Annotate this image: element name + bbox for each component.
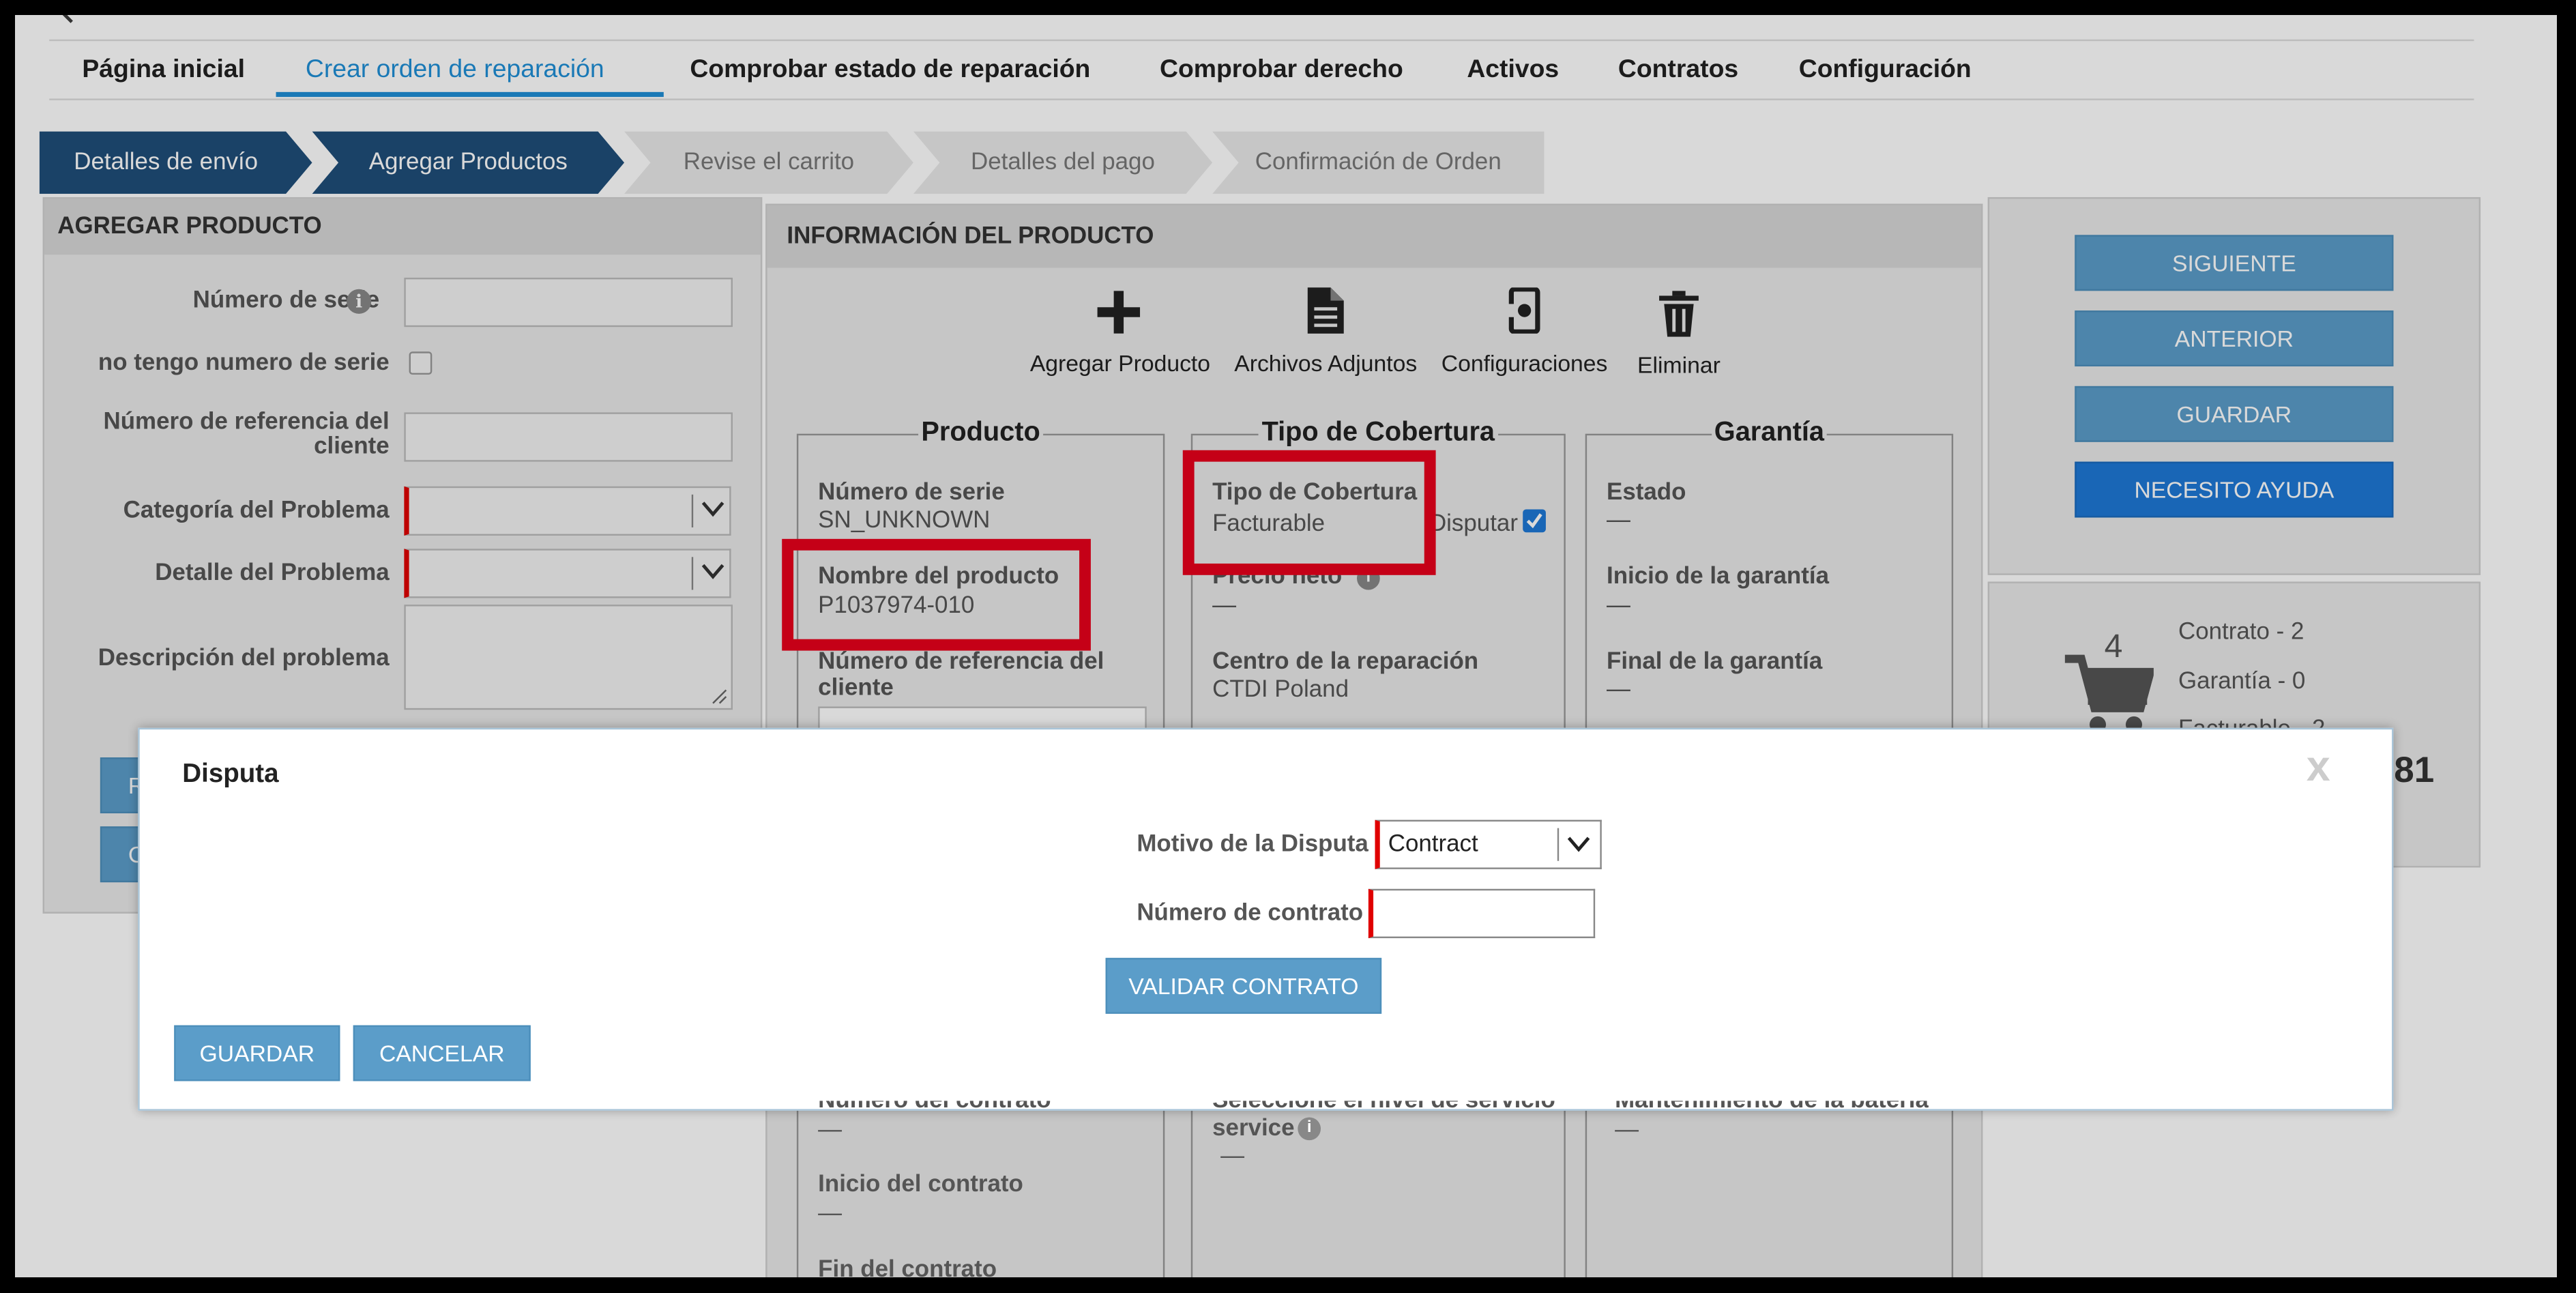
page: Página inicial Crear orden de reparación… xyxy=(15,15,2557,1277)
dialog-title: Disputa xyxy=(182,760,279,789)
service-level-label-line2: service xyxy=(1212,1116,1295,1142)
contract-end-label: Fin del contrato xyxy=(818,1257,997,1277)
chevron-down-icon xyxy=(1567,837,1590,852)
contract-number-value: — xyxy=(818,1117,843,1144)
contract-number-input[interactable] xyxy=(1368,888,1596,938)
select-divider xyxy=(1557,828,1560,861)
validate-contract-button[interactable]: VALIDAR CONTRATO xyxy=(1105,957,1382,1014)
battery-maintenance-value: — xyxy=(1615,1117,1639,1144)
dispute-dialog: Disputa x Motivo de la Disputa Contract … xyxy=(138,727,2394,1111)
screenshot-viewport: Página inicial Crear orden de reparación… xyxy=(15,15,2557,1277)
close-icon[interactable]: x xyxy=(2307,741,2330,792)
contract-start-value: — xyxy=(818,1201,843,1227)
service-level-value: — xyxy=(1220,1143,1245,1170)
dispute-reason-value: Contract xyxy=(1388,831,1478,858)
contract-number-dialog-label: Número de contrato xyxy=(1137,900,1364,927)
dialog-cancel-button[interactable]: CANCELAR xyxy=(353,1025,531,1081)
contract-start-label: Inicio del contrato xyxy=(818,1171,1023,1198)
dispute-reason-select[interactable]: Contract xyxy=(1375,819,1602,869)
info-icon: i xyxy=(1298,1117,1321,1141)
dispute-reason-label: Motivo de la Disputa xyxy=(1137,831,1368,858)
dialog-save-button[interactable]: GUARDAR xyxy=(174,1025,340,1081)
